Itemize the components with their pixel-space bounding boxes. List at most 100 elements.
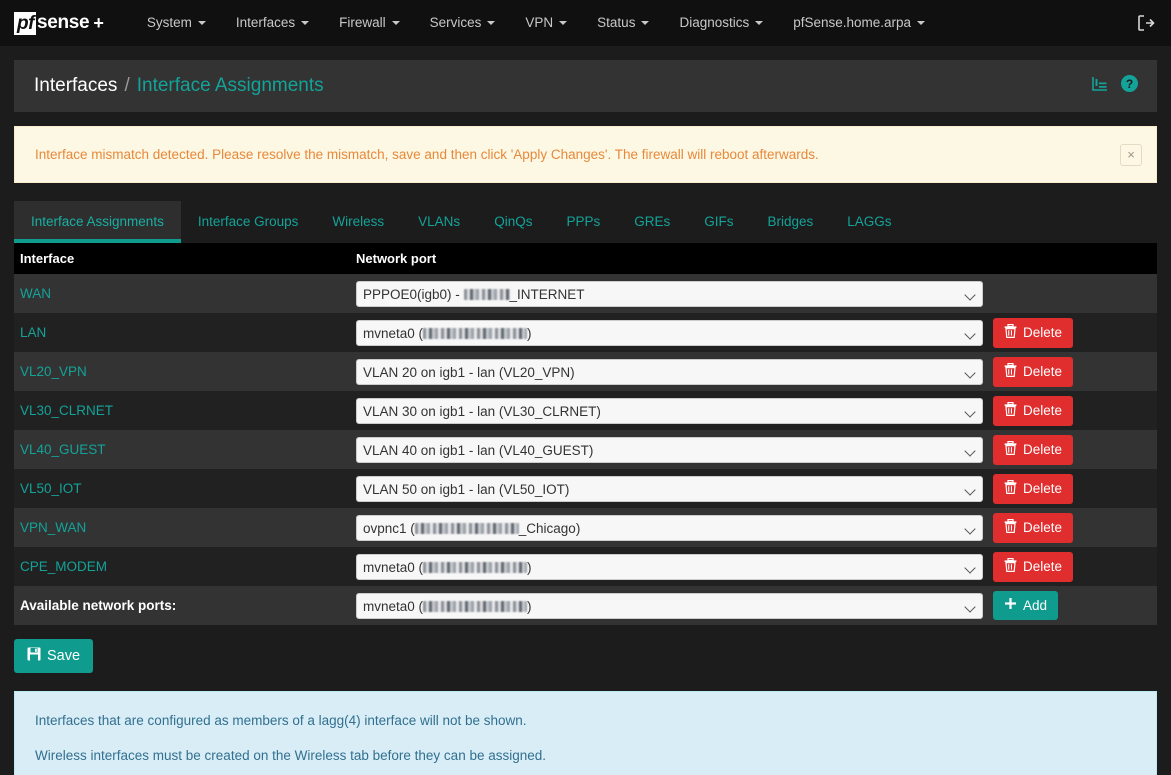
logout-icon — [1138, 15, 1155, 31]
logo-sense-text: sense — [36, 12, 90, 33]
navbar-menu: System Interfaces Firewall Services VPN … — [132, 0, 940, 46]
table-row: VL50_IOT VLAN 50 on igb1 - lan (VL50_IOT)… — [14, 469, 1157, 508]
delete-button-label: Delete — [1023, 324, 1063, 340]
trash-icon — [1004, 518, 1017, 537]
network-port-value-prefix: mvneta0 ( — [363, 559, 424, 575]
interface-link-cpe_modem[interactable]: CPE_MODEM — [20, 559, 107, 574]
logout-button[interactable] — [1137, 14, 1155, 32]
network-port-value-prefix: VLAN 50 on igb1 - lan (VL50_IOT) — [363, 481, 570, 497]
network-port-select-wan[interactable]: PPPOE0(igb0) - _INTERNET — [356, 280, 983, 307]
save-icon — [27, 647, 41, 665]
nav-item-interfaces-label: Interfaces — [235, 15, 296, 30]
interface-link-vpn_wan[interactable]: VPN_WAN — [20, 520, 86, 535]
tab-interface-groups-label: Interface Groups — [197, 214, 299, 229]
cell-actions: Delete — [987, 352, 1157, 391]
chevron-down-icon — [391, 21, 400, 25]
column-header-network-port: Network port — [350, 243, 987, 274]
network-port-select-wrapper: VLAN 40 on igb1 - lan (VL40_GUEST) — [356, 436, 983, 463]
cell-interface-name: VL50_IOT — [14, 469, 350, 508]
delete-button-vl20_vpn[interactable]: Delete — [993, 356, 1074, 387]
nav-item-system-label: System — [146, 15, 192, 30]
tab-laggs[interactable]: LAGGs — [830, 201, 908, 243]
nav-item-system[interactable]: System — [132, 0, 221, 46]
delete-button-vl30_clrnet[interactable]: Delete — [993, 395, 1074, 426]
nav-item-firewall-label: Firewall — [339, 15, 386, 30]
nav-item-services[interactable]: Services — [415, 0, 511, 46]
network-port-select-vl50_iot[interactable]: VLAN 50 on igb1 - lan (VL50_IOT) — [356, 475, 983, 502]
trash-icon — [1004, 323, 1017, 342]
interface-link-wan[interactable]: WAN — [20, 286, 51, 301]
alert-close-button[interactable]: × — [1120, 143, 1142, 166]
interface-link-vl30_clrnet[interactable]: VL30_CLRNET — [20, 403, 113, 418]
nav-item-diagnostics[interactable]: Diagnostics — [664, 0, 778, 46]
network-port-select-wrapper: VLAN 30 on igb1 - lan (VL30_CLRNET) — [356, 397, 983, 424]
cell-network-port: PPPOE0(igb0) - _INTERNET — [350, 274, 987, 313]
pfsense-logo[interactable]: pf sense + — [14, 0, 104, 46]
nav-item-firewall[interactable]: Firewall — [324, 0, 415, 46]
save-row: Save — [14, 639, 1157, 673]
delete-button-vl40_guest[interactable]: Delete — [993, 434, 1074, 465]
tab-gifs-label: GIFs — [704, 214, 734, 229]
interface-assignments-table: Interface Network port WAN PPPOE0(igb0) -… — [14, 243, 1157, 625]
interface-link-lan[interactable]: LAN — [20, 325, 46, 340]
tab-ppps[interactable]: PPPs — [549, 201, 617, 243]
network-port-select-lan[interactable]: mvneta0 () — [356, 319, 983, 346]
cell-actions: Delete — [987, 430, 1157, 469]
tab-vlans[interactable]: VLANs — [401, 201, 477, 243]
network-port-select-cpe_modem[interactable]: mvneta0 () — [356, 553, 983, 580]
chevron-down-icon — [487, 21, 496, 25]
network-port-value-suffix: ) — [527, 559, 532, 575]
interface-link-vl40_guest[interactable]: VL40_GUEST — [20, 442, 106, 457]
delete-button-lan[interactable]: Delete — [993, 317, 1074, 348]
cell-network-port: mvneta0 () — [350, 313, 987, 352]
delete-button-cpe_modem[interactable]: Delete — [993, 551, 1074, 582]
delete-button-vpn_wan[interactable]: Delete — [993, 512, 1074, 543]
nav-item-interfaces[interactable]: Interfaces — [221, 0, 324, 46]
nav-item-hostname-label: pfSense.home.arpa — [793, 15, 912, 30]
tab-interface-assignments[interactable]: Interface Assignments — [14, 201, 181, 243]
delete-button-vl50_iot[interactable]: Delete — [993, 473, 1074, 504]
redacted-text — [414, 522, 519, 534]
info-line-wireless: Wireless interfaces must be created on t… — [35, 748, 547, 763]
nav-item-hostname[interactable]: pfSense.home.arpa — [778, 0, 940, 46]
tab-bridges[interactable]: Bridges — [750, 201, 830, 243]
add-interface-button[interactable]: Add — [993, 591, 1059, 620]
nav-item-services-label: Services — [429, 15, 482, 30]
cell-network-port: VLAN 40 on igb1 - lan (VL40_GUEST) — [350, 430, 987, 469]
tab-gifs[interactable]: GIFs — [687, 201, 750, 243]
stats-chart-icon[interactable] — [1091, 75, 1108, 97]
delete-button-label: Delete — [1023, 519, 1063, 535]
logo-pf-mark: pf — [14, 11, 36, 35]
network-port-select-wrapper: VLAN 50 on igb1 - lan (VL50_IOT) — [356, 475, 983, 502]
tab-gres[interactable]: GREs — [617, 201, 687, 243]
cell-available-ports-action: Add — [987, 586, 1157, 625]
network-port-select-vl40_guest[interactable]: VLAN 40 on igb1 - lan (VL40_GUEST) — [356, 436, 983, 463]
cell-interface-name: LAN — [14, 313, 350, 352]
interface-link-vl20_vpn[interactable]: VL20_VPN — [20, 364, 87, 379]
top-navbar: pf sense + System Interfaces Firewall Se… — [0, 0, 1171, 46]
network-port-value-prefix: mvneta0 ( — [363, 325, 424, 341]
nav-item-status-label: Status — [597, 15, 636, 30]
network-port-select-vl30_clrnet[interactable]: VLAN 30 on igb1 - lan (VL30_CLRNET) — [356, 397, 983, 424]
trash-icon — [1004, 401, 1017, 420]
network-port-value-suffix: _INTERNET — [509, 286, 585, 302]
breadcrumb-separator: / — [124, 75, 130, 96]
network-port-value-prefix: VLAN 30 on igb1 - lan (VL30_CLRNET) — [363, 403, 601, 419]
save-button[interactable]: Save — [14, 639, 94, 673]
delete-button-label: Delete — [1023, 402, 1063, 418]
network-port-select-vl20_vpn[interactable]: VLAN 20 on igb1 - lan (VL20_VPN) — [356, 358, 983, 385]
table-row: WAN PPPOE0(igb0) - _INTERNET — [14, 274, 1157, 313]
help-circle-icon[interactable]: ? — [1120, 74, 1139, 98]
nav-item-status[interactable]: Status — [582, 0, 664, 46]
tab-wireless[interactable]: Wireless — [315, 201, 401, 243]
network-port-select-available[interactable]: mvneta0 () — [356, 592, 983, 619]
breadcrumb-bar: Interfaces / Interface Assignments ? — [14, 60, 1157, 112]
redacted-text — [423, 327, 528, 339]
tab-qinqs[interactable]: QinQs — [477, 201, 549, 243]
network-port-select-vpn_wan[interactable]: ovpnc1 (_Chicago) — [356, 514, 983, 541]
interface-link-vl50_iot[interactable]: VL50_IOT — [20, 481, 82, 496]
nav-item-vpn[interactable]: VPN — [510, 0, 582, 46]
cell-network-port: VLAN 20 on igb1 - lan (VL20_VPN) — [350, 352, 987, 391]
network-port-value-prefix: VLAN 40 on igb1 - lan (VL40_GUEST) — [363, 442, 594, 458]
tab-interface-groups[interactable]: Interface Groups — [181, 201, 316, 243]
